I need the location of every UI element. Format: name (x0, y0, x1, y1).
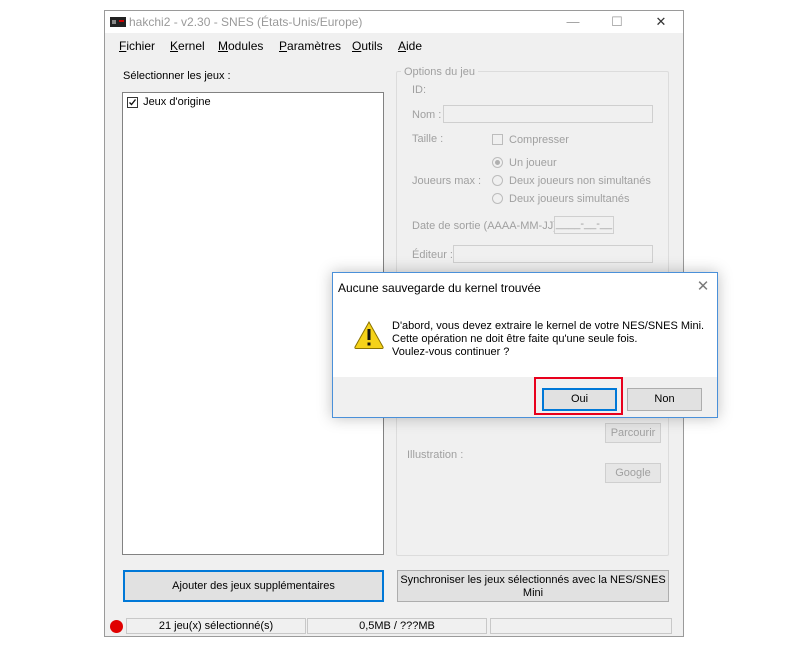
check-icon (129, 98, 137, 106)
name-label: Nom : (412, 109, 442, 121)
sync-button[interactable]: Synchroniser les jeux sélectionnés avec … (397, 570, 669, 602)
release-date-field[interactable]: ____-__-__ (554, 216, 614, 234)
radio-two-players-alternate[interactable] (492, 175, 503, 186)
kernel-backup-dialog: Aucune sauvegarde du kernel trouvée ✕ D'… (332, 272, 718, 418)
status-led-icon (110, 620, 123, 633)
compress-label: Compresser (509, 134, 569, 146)
status-bar: 21 jeu(x) sélectionné(s) 0,5MB / ???MB (105, 616, 683, 636)
menu-fichier[interactable]: Fichier (119, 39, 155, 53)
add-games-button[interactable]: Ajouter des jeux supplémentaires (123, 570, 384, 602)
yes-button-highlight (534, 377, 623, 415)
illustration-label: Illustration : (407, 449, 464, 461)
publisher-field[interactable] (453, 245, 653, 263)
status-size: 0,5MB / ???MB (307, 618, 487, 634)
name-field[interactable] (443, 105, 653, 123)
menu-parametres[interactable]: Paramètres (279, 39, 341, 53)
google-button[interactable]: Google (605, 463, 661, 483)
menu-bar: Fichier Kernel Modules Paramètres Outils… (105, 35, 683, 55)
dialog-close-icon[interactable]: ✕ (693, 277, 713, 297)
game-checkbox[interactable] (127, 96, 138, 108)
status-selected-count: 21 jeu(x) sélectionné(s) (126, 618, 306, 634)
close-button[interactable]: ✕ (639, 11, 683, 33)
players-label: Joueurs max : (412, 175, 482, 187)
menu-kernel[interactable]: Kernel (170, 39, 205, 53)
menu-modules[interactable]: Modules (218, 39, 263, 53)
radio-two-players-alternate-label: Deux joueurs non simultanés (509, 175, 651, 187)
dialog-title: Aucune sauvegarde du kernel trouvée (338, 281, 541, 295)
games-label: Sélectionner les jeux : (123, 70, 231, 82)
game-label: Jeux d'origine (143, 96, 211, 109)
dialog-message-line-2: Cette opération ne doit être faite qu'un… (392, 333, 638, 345)
id-label: ID: (412, 84, 427, 96)
status-progress-bar (490, 618, 672, 634)
dialog-message-line-3: Voulez-vous continuer ? (392, 346, 510, 358)
game-options-legend: Options du jeu (401, 66, 478, 78)
dialog-button-bar: Oui Non (333, 377, 717, 417)
radio-one-player[interactable] (492, 157, 503, 168)
app-icon (110, 17, 126, 27)
radio-two-players-simultaneous[interactable] (492, 193, 503, 204)
release-date-label: Date de sortie (AAAA-MM-JJ) : (412, 220, 563, 232)
maximize-button[interactable]: ☐ (595, 11, 639, 33)
radio-two-players-simultaneous-label: Deux joueurs simultanés (509, 193, 630, 205)
publisher-label: Éditeur : (412, 249, 453, 261)
menu-outils[interactable]: Outils (352, 39, 383, 53)
title-bar[interactable]: hakchi2 - v2.30 - SNES (États-Unis/Europ… (105, 11, 683, 33)
compress-checkbox[interactable] (492, 134, 503, 145)
list-item[interactable]: Jeux d'origine (127, 96, 211, 110)
size-label: Taille : (412, 133, 444, 145)
window-title: hakchi2 - v2.30 - SNES (États-Unis/Europ… (129, 15, 363, 29)
radio-one-player-label: Un joueur (509, 157, 557, 169)
sync-button-line-2: Mini (522, 587, 544, 599)
browse-button[interactable]: Parcourir (605, 423, 661, 443)
menu-aide[interactable]: Aide (398, 39, 422, 53)
sync-button-line-1: Synchroniser les jeux sélectionnés avec … (400, 574, 666, 586)
no-button[interactable]: Non (627, 388, 702, 411)
dialog-message-line-1: D'abord, vous devez extraire le kernel d… (392, 320, 705, 332)
minimize-button[interactable]: — (551, 11, 595, 33)
warning-icon (354, 320, 384, 349)
